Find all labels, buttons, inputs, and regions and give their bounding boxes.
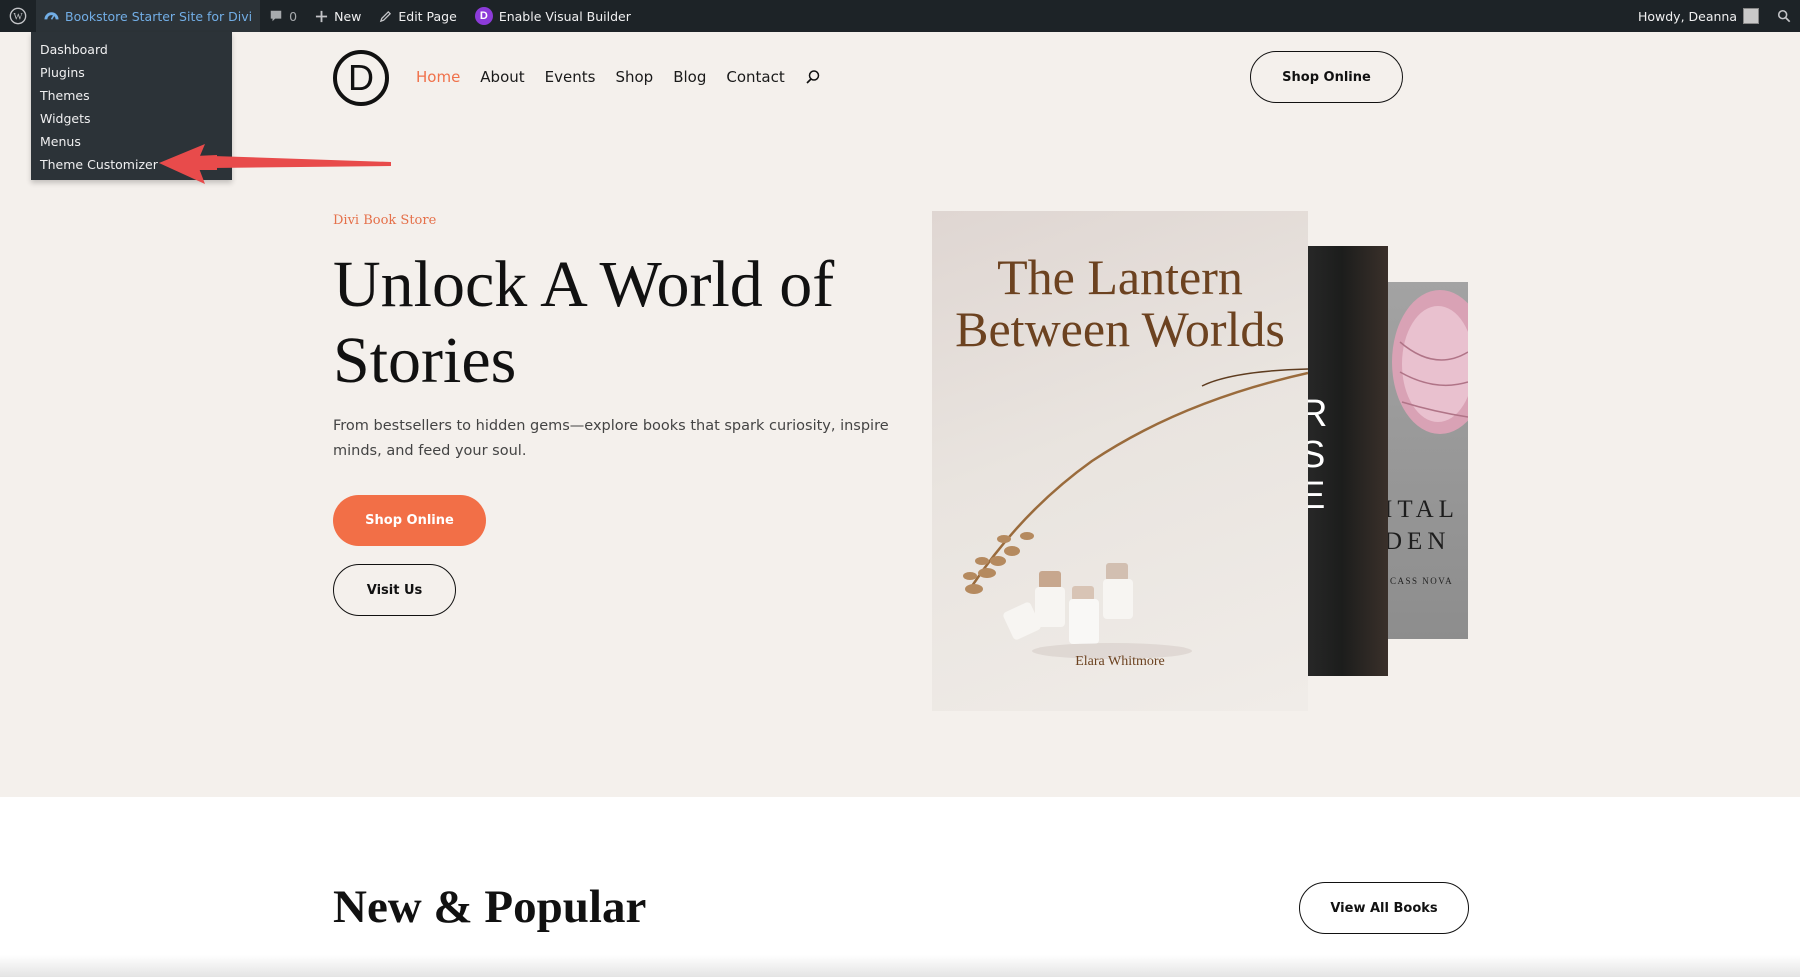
book-cover-back: ITAL DEN CASS NOVA <box>1380 282 1468 639</box>
site-name-menu[interactable]: Bookstore Starter Site for Divi <box>36 0 261 32</box>
enable-visual-builder-link[interactable]: D Enable Visual Builder <box>466 0 640 32</box>
hero-shop-online-button[interactable]: Shop Online <box>333 495 486 546</box>
plus-icon <box>316 10 328 22</box>
hero-description: From bestsellers to hidden gems—explore … <box>333 418 889 459</box>
hero-title: Unlock A World of Stories <box>333 248 835 397</box>
edit-page-link[interactable]: Edit Page <box>370 0 465 32</box>
comment-bubble-icon <box>270 10 282 22</box>
book-back-author: CASS NOVA <box>1390 576 1454 586</box>
main-nav: Home About Events Shop Blog Contact <box>416 68 821 86</box>
menu-item-themes[interactable]: Themes <box>31 84 232 107</box>
edit-page-label: Edit Page <box>398 8 457 24</box>
nav-item-blog[interactable]: Blog <box>673 68 706 86</box>
comments-count: 0 <box>289 8 298 24</box>
nav-item-shop[interactable]: Shop <box>615 68 653 86</box>
book-cover-front: The Lantern Between Worlds Elara Whitmor… <box>932 211 1308 711</box>
svg-text:W: W <box>13 12 23 23</box>
view-all-books-button[interactable]: View All Books <box>1299 882 1469 934</box>
annotation-arrow-icon <box>159 144 391 184</box>
nav-item-contact[interactable]: Contact <box>726 68 784 86</box>
comments-menu[interactable]: 0 <box>260 0 306 32</box>
book-back-title: ITAL DEN <box>1384 496 1459 555</box>
pencil-icon <box>380 10 392 22</box>
nav-item-home[interactable]: Home <box>416 68 460 86</box>
avatar <box>1743 8 1759 24</box>
flower-illustration <box>1392 290 1468 434</box>
nav-search-icon[interactable] <box>805 69 821 85</box>
admin-search-button[interactable] <box>1768 0 1800 32</box>
hero-eyebrow: Divi Book Store <box>333 213 437 228</box>
nav-item-about[interactable]: About <box>480 68 524 86</box>
site-name-label: Bookstore Starter Site for Divi <box>65 8 253 24</box>
new-popular-section <box>0 797 1800 977</box>
wp-admin-bar: W Bookstore Starter Site for Divi 0 New … <box>0 0 1800 32</box>
bottom-fade <box>0 955 1800 977</box>
visit-us-button[interactable]: Visit Us <box>333 564 456 616</box>
menu-item-widgets[interactable]: Widgets <box>31 107 232 130</box>
wordpress-logo-icon[interactable]: W <box>0 0 36 32</box>
visual-builder-label: Enable Visual Builder <box>498 8 631 24</box>
book-front-author: Elara Whitmore <box>1075 654 1165 669</box>
new-label: New <box>334 8 362 24</box>
dashboard-gauge-icon <box>44 11 59 20</box>
search-icon <box>1777 9 1791 23</box>
menu-item-dashboard[interactable]: Dashboard <box>31 38 232 61</box>
greeting-label: Howdy, Deanna <box>1637 8 1737 24</box>
dried-flower-illustration <box>963 368 1308 659</box>
my-account-menu[interactable]: Howdy, Deanna <box>1629 0 1768 32</box>
header-shop-online-button[interactable]: Shop Online <box>1250 51 1403 103</box>
menu-item-plugins[interactable]: Plugins <box>31 61 232 84</box>
site-logo[interactable]: D <box>333 50 389 106</box>
new-popular-title: New & Popular <box>333 881 647 933</box>
book-cover-middle: R S E <box>1296 246 1388 676</box>
divi-logo-icon: D <box>474 7 493 25</box>
nav-item-events[interactable]: Events <box>545 68 596 86</box>
new-content-menu[interactable]: New <box>306 0 370 32</box>
